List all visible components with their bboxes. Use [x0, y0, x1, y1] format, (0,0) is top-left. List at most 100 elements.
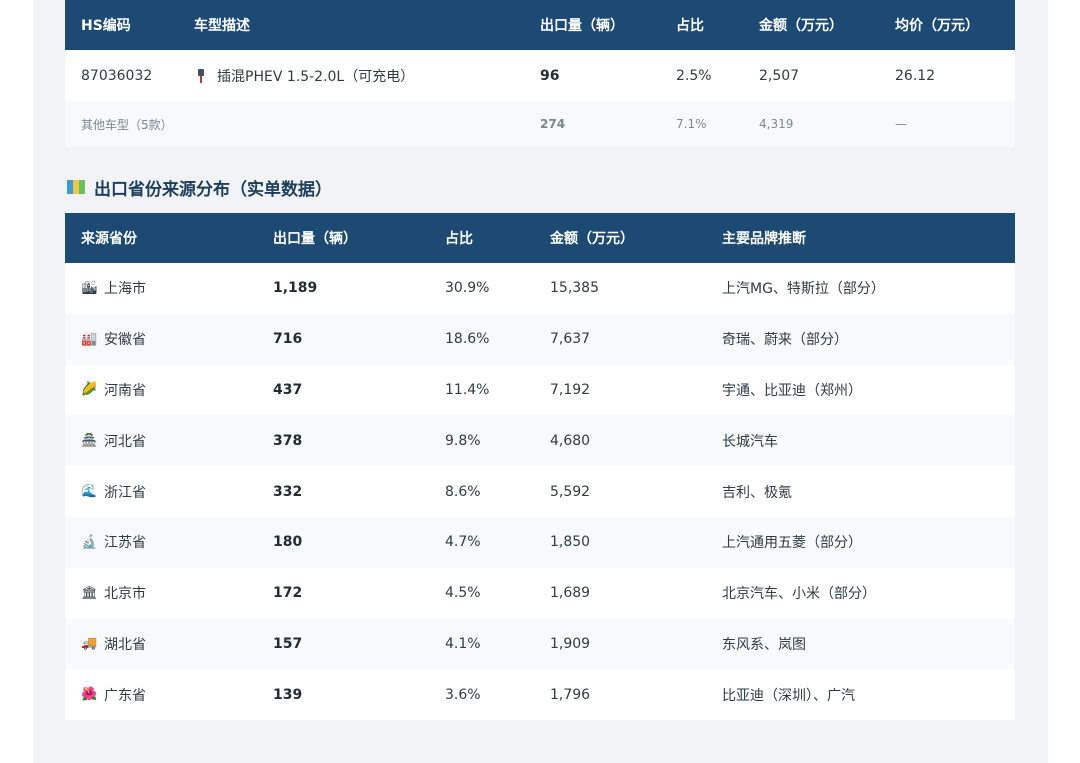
other-models-label: 其他车型（5款） — [81, 117, 173, 132]
amount-cell: 1,909 — [550, 635, 591, 652]
brands-cell: 东风系、岚图 — [722, 636, 806, 653]
province-cell: 🌊 浙江省 — [65, 466, 257, 517]
province-name: 湖北省 — [104, 636, 146, 653]
table-row: 87036032 插混PHEV 1.5-2.0L（可充电） 96 2.5% 2,… — [65, 50, 1015, 101]
table-row: 🏯 河北省 378 9.8% 4,680 长城汽车 — [65, 415, 1015, 467]
table-row: 🏛 北京市 172 4.5% 1,689 北京汽车、小米（部分） — [65, 567, 1015, 619]
province-cell: 🏭 安徽省 — [65, 314, 257, 365]
amount-cell: 4,319 — [759, 117, 794, 131]
brands-cell: 宇通、比亚迪（郑州） — [722, 382, 862, 399]
avg-price-cell: — — [895, 117, 907, 131]
cityscape-icon: 🏙 — [81, 280, 98, 296]
share-cell: 9.8% — [445, 432, 481, 449]
header-model-desc: 车型描述 — [194, 18, 250, 34]
header-share: 占比 — [445, 231, 473, 247]
share-cell: 3.6% — [445, 686, 481, 703]
header-province: 来源省份 — [81, 231, 137, 247]
header-avg-price: 均价（万元） — [895, 18, 979, 34]
amount-cell: 1,796 — [550, 686, 591, 703]
section-title: 出口省份来源分布（实单数据） — [67, 174, 332, 200]
table-row: 🚚 湖北省 157 4.1% 1,909 东风系、岚图 — [65, 618, 1015, 670]
province-table: 来源省份 出口量（辆） 占比 金额（万元） 主要品牌推断 🏙 上海市 1,189 30… — [65, 213, 1015, 721]
volume-cell: 139 — [273, 686, 303, 703]
province-name: 安徽省 — [104, 332, 146, 349]
province-cell: 🌺 广东省 — [65, 669, 257, 720]
brands-cell: 北京汽车、小米（部分） — [722, 586, 876, 603]
model-desc-cell: 插混PHEV 1.5-2.0L（可充电） — [178, 50, 524, 101]
province-cell: 🏯 河北省 — [65, 415, 257, 466]
province-cell: 🏙 上海市 — [65, 263, 257, 314]
province-name: 广东省 — [104, 687, 146, 704]
volume-cell: 716 — [273, 331, 303, 348]
volume-cell: 437 — [273, 381, 303, 398]
province-name: 江苏省 — [104, 535, 146, 552]
truck-icon: 🚚 — [81, 636, 98, 652]
volume-cell: 274 — [540, 117, 566, 131]
classical-building-icon: 🏛 — [81, 585, 98, 601]
avg-price-cell: 26.12 — [895, 67, 936, 84]
table-header-row: 来源省份 出口量（辆） 占比 金额（万元） 主要品牌推断 — [65, 213, 1015, 263]
factory-icon: 🏭 — [81, 331, 98, 347]
table-row: 🌊 浙江省 332 8.6% 5,592 吉利、极氪 — [65, 466, 1015, 517]
province-cell: 🏛 北京市 — [65, 568, 257, 619]
share-cell: 4.7% — [445, 534, 481, 551]
amount-cell: 1,850 — [550, 534, 591, 551]
map-icon — [67, 180, 85, 194]
volume-cell: 172 — [273, 585, 303, 602]
table-row: 🏭 安徽省 716 18.6% 7,637 奇瑞、蔚来（部分） — [65, 313, 1015, 365]
plug-icon — [198, 68, 204, 83]
province-name: 上海市 — [104, 281, 146, 298]
table-row: 🌺 广东省 139 3.6% 1,796 比亚迪（深圳）、广汽 — [65, 669, 1015, 721]
table-row: 🌽 河南省 437 11.4% 7,192 宇通、比亚迪（郑州） — [65, 364, 1015, 416]
section-title-text: 出口省份来源分布（实单数据） — [94, 179, 332, 200]
model-desc-text: 插混PHEV 1.5-2.0L（可充电） — [217, 68, 415, 85]
vehicle-type-table: HS编码 车型描述 出口量（辆） 占比 金额（万元） 均价（万元） 870360… — [65, 0, 1015, 147]
volume-cell: 332 — [273, 483, 303, 500]
volume-cell: 180 — [273, 534, 303, 551]
flower-icon: 🌺 — [81, 687, 98, 703]
header-amount: 金额（万元） — [759, 18, 843, 34]
share-cell: 18.6% — [445, 331, 490, 348]
amount-cell: 2,507 — [759, 67, 800, 84]
share-cell: 8.6% — [445, 483, 481, 500]
share-cell: 4.5% — [445, 585, 481, 602]
header-hs-code: HS编码 — [81, 18, 131, 34]
brands-cell: 吉利、极氪 — [722, 484, 792, 501]
brands-cell: 奇瑞、蔚来（部分） — [722, 332, 848, 349]
amount-cell: 7,192 — [550, 381, 591, 398]
province-name: 河南省 — [104, 382, 146, 399]
share-cell: 2.5% — [676, 67, 712, 84]
province-cell: 🚚 湖北省 — [65, 619, 257, 670]
amount-cell: 15,385 — [550, 280, 599, 297]
header-share: 占比 — [676, 18, 704, 34]
header-amount: 金额（万元） — [550, 231, 634, 247]
share-cell: 11.4% — [445, 381, 490, 398]
brands-cell: 长城汽车 — [722, 433, 778, 450]
province-cell: 🌽 河南省 — [65, 365, 257, 416]
amount-cell: 4,680 — [550, 432, 591, 449]
table-header-row: HS编码 车型描述 出口量（辆） 占比 金额（万元） 均价（万元） — [65, 0, 1015, 50]
brands-cell: 比亚迪（深圳）、广汽 — [722, 687, 855, 704]
province-name: 浙江省 — [104, 484, 146, 501]
amount-cell: 5,592 — [550, 483, 591, 500]
header-brands: 主要品牌推断 — [722, 231, 806, 247]
amount-cell: 1,689 — [550, 585, 591, 602]
header-volume: 出口量（辆） — [273, 231, 357, 247]
volume-cell: 378 — [273, 432, 303, 449]
great-wall-icon: 🏯 — [81, 433, 98, 449]
wave-icon: 🌊 — [81, 484, 98, 500]
table-row-other: 其他车型（5款） 274 7.1% 4,319 — — [65, 101, 1015, 147]
amount-cell: 7,637 — [550, 331, 591, 348]
corn-icon: 🌽 — [81, 382, 98, 398]
volume-cell: 96 — [540, 67, 560, 84]
brands-cell: 上汽通用五菱（部分） — [722, 535, 862, 552]
table-row: 🔬 江苏省 180 4.7% 1,850 上汽通用五菱（部分） — [65, 516, 1015, 568]
share-cell: 7.1% — [676, 117, 707, 131]
microscope-icon: 🔬 — [81, 534, 98, 550]
share-cell: 4.1% — [445, 635, 481, 652]
table-row: 🏙 上海市 1,189 30.9% 15,385 上汽MG、特斯拉（部分） — [65, 263, 1015, 314]
province-name: 北京市 — [104, 586, 146, 603]
province-cell: 🔬 江苏省 — [65, 517, 257, 568]
volume-cell: 1,189 — [273, 280, 318, 297]
province-name: 河北省 — [104, 433, 146, 450]
